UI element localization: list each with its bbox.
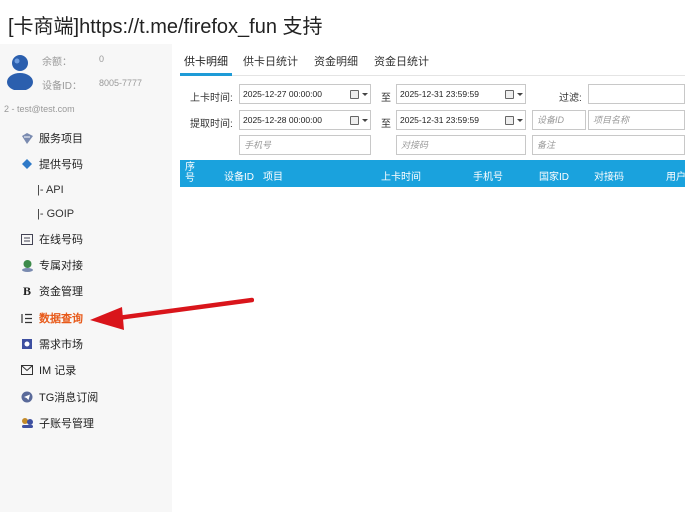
sidebar-item-label: 服务项目 bbox=[39, 133, 83, 145]
sidebar-item-label: IM 记录 bbox=[39, 365, 77, 377]
sidebar-item-label: 资金管理 bbox=[39, 286, 83, 298]
column-header-user[interactable]: 用户 bbox=[666, 168, 685, 183]
phone-input[interactable] bbox=[239, 135, 371, 155]
fetch-end-picker[interactable]: 2025-12-31 23:59:59 bbox=[396, 110, 526, 130]
upload-start-picker[interactable]: 2025-12-27 00:00:00 bbox=[239, 84, 371, 104]
column-header-seq[interactable]: 序号 bbox=[185, 162, 197, 184]
market-icon bbox=[20, 337, 34, 351]
column-header-country-id[interactable]: 国家ID bbox=[539, 168, 569, 183]
calendar-dropdown-icon[interactable] bbox=[505, 88, 523, 100]
sidebar-item-label: |- API bbox=[37, 184, 64, 196]
service-icon bbox=[20, 131, 34, 145]
active-tab-indicator bbox=[180, 73, 232, 76]
sidebar-item-label: 在线号码 bbox=[39, 234, 83, 246]
sidebar: 余额： 0 设备ID： 8005-7777 2 - test@test.com … bbox=[0, 44, 172, 512]
sidebar-item-api[interactable]: |- API bbox=[0, 178, 172, 202]
calendar-dropdown-icon[interactable] bbox=[505, 114, 523, 126]
column-header-upload-time[interactable]: 上卡时间 bbox=[381, 168, 421, 183]
sidebar-item-label: 需求市场 bbox=[39, 339, 83, 351]
sidebar-item-label: TG消息订阅 bbox=[39, 392, 99, 404]
provide-icon bbox=[20, 157, 34, 171]
column-header-code[interactable]: 对接码 bbox=[594, 168, 624, 183]
title-bar: [卡商端]https://t.me/firefox_fun 支持 bbox=[0, 0, 685, 44]
fetch-start-value: 2025-12-28 00:00:00 bbox=[243, 115, 322, 125]
telegram-icon bbox=[20, 390, 34, 404]
remark-input[interactable] bbox=[532, 135, 685, 155]
column-header-project[interactable]: 项目 bbox=[263, 168, 283, 183]
sidebar-item-im[interactable]: IM 记录 bbox=[0, 358, 172, 382]
tab-supply-daily[interactable]: 供卡日统计 bbox=[243, 53, 298, 69]
fetch-start-picker[interactable]: 2025-12-28 00:00:00 bbox=[239, 110, 371, 130]
calendar-dropdown-icon[interactable] bbox=[350, 88, 368, 100]
device-value: 8005-7777 bbox=[99, 78, 143, 88]
sidebar-item-online-number[interactable]: 在线号码 bbox=[0, 227, 172, 251]
upload-end-value: 2025-12-31 23:59:59 bbox=[400, 89, 479, 99]
sidebar-item-provide[interactable]: 提供号码 bbox=[0, 152, 172, 176]
annotation-arrow bbox=[90, 297, 254, 330]
code-input[interactable] bbox=[396, 135, 526, 155]
tab-funds-detail[interactable]: 资金明细 bbox=[314, 53, 358, 69]
main-content: 供卡明细 供卡日统计 资金明细 资金日统计 上卡时间: 2025-12-27 0… bbox=[180, 44, 685, 512]
fetch-time-label: 提取时间: bbox=[190, 119, 233, 130]
filter-input[interactable] bbox=[588, 84, 685, 104]
project-name-input[interactable] bbox=[588, 110, 685, 130]
device-id-input[interactable] bbox=[532, 110, 586, 130]
column-header-phone[interactable]: 手机号 bbox=[473, 168, 503, 183]
balance-value: 0 bbox=[99, 54, 105, 64]
table-header: 序号 设备ID 项目 上卡时间 手机号 国家ID 对接码 用户 bbox=[180, 160, 685, 187]
fetch-end-value: 2025-12-31 23:59:59 bbox=[400, 115, 479, 125]
calendar-dropdown-icon[interactable] bbox=[350, 114, 368, 126]
list-icon bbox=[20, 311, 34, 325]
tab-funds-daily[interactable]: 资金日统计 bbox=[374, 53, 429, 69]
sidebar-item-exclusive[interactable]: 专属对接 bbox=[0, 253, 172, 277]
sidebar-item-label: |- GOIP bbox=[37, 208, 75, 220]
to-label: 至 bbox=[381, 93, 391, 104]
device-label: 设备ID： bbox=[42, 81, 82, 92]
sidebar-item-service[interactable]: 服务项目 bbox=[0, 126, 172, 150]
users-icon bbox=[20, 416, 34, 430]
sidebar-item-label: 提供号码 bbox=[39, 159, 83, 171]
avatar-icon bbox=[7, 55, 33, 90]
tab-supply-detail[interactable]: 供卡明细 bbox=[184, 53, 228, 69]
upload-end-picker[interactable]: 2025-12-31 23:59:59 bbox=[396, 84, 526, 104]
sidebar-item-label: 专属对接 bbox=[39, 260, 83, 272]
balance-label: 余额： bbox=[42, 57, 72, 68]
upload-time-label: 上卡时间: bbox=[190, 93, 233, 104]
sidebar-item-tg[interactable]: TG消息订阅 bbox=[0, 385, 172, 409]
sidebar-item-sub-accounts[interactable]: 子账号管理 bbox=[0, 411, 172, 435]
user-account: 2 - test@test.com bbox=[4, 104, 75, 114]
upload-start-value: 2025-12-27 00:00:00 bbox=[243, 89, 322, 99]
tab-bar: 供卡明细 供卡日统计 资金明细 资金日统计 bbox=[180, 44, 685, 76]
filter-label: 过滤: bbox=[559, 93, 582, 104]
to-label: 至 bbox=[381, 119, 391, 130]
sidebar-item-label: 数据查询 bbox=[39, 313, 83, 325]
online-number-icon bbox=[20, 232, 34, 246]
bold-b-icon: B bbox=[22, 283, 31, 298]
mail-icon bbox=[20, 363, 34, 377]
page-title: [卡商端]https://t.me/firefox_fun 支持 bbox=[8, 16, 323, 38]
column-header-device-id[interactable]: 设备ID bbox=[224, 168, 254, 183]
sidebar-item-goip[interactable]: |- GOIP bbox=[0, 202, 172, 226]
sidebar-item-label: 子账号管理 bbox=[39, 418, 94, 430]
exclusive-icon bbox=[20, 258, 34, 272]
